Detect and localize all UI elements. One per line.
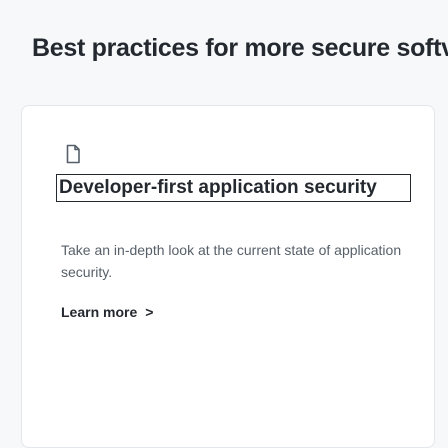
learn-more-link[interactable]: Learn more > [61,304,153,320]
card-title[interactable]: Developer-first application security [56,174,411,202]
learn-more-label: Learn more [61,304,138,320]
page-title: Best practices for more secure softv [32,34,448,62]
chevron-right-icon: > [145,304,154,320]
document-icon [65,144,81,164]
resource-card: Developer-first application security Tak… [21,105,435,448]
card-description: Take an in-depth look at the current sta… [61,242,402,280]
